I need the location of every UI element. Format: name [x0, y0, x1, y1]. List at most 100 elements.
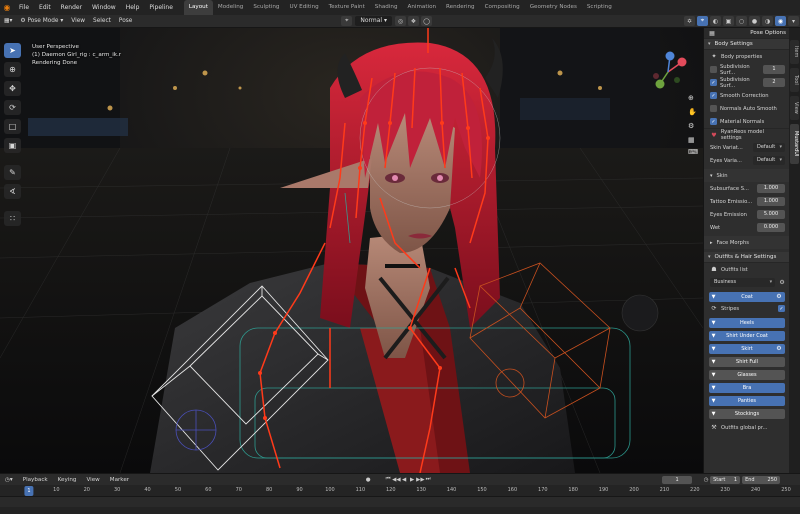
workspace-tab-geometry-nodes[interactable]: Geometry Nodes	[525, 0, 582, 15]
body-settings-header[interactable]: ▾ Body Settings	[704, 39, 789, 50]
face-morphs-header[interactable]: ▸ Face Morphs	[704, 236, 789, 249]
menu-edit[interactable]: Edit	[34, 0, 56, 15]
workspace-tab-animation[interactable]: Animation	[403, 0, 442, 15]
workspace-tab-compositing[interactable]: Compositing	[480, 0, 525, 15]
show-gizmo-icon[interactable]: ⌖	[697, 16, 708, 26]
overlay-toggle-icon[interactable]: ◐	[710, 16, 721, 26]
playback-menu[interactable]: Playback	[18, 477, 53, 483]
smooth-correction-checkbox[interactable]: ✓	[710, 92, 717, 99]
snap-icon[interactable]: ❖	[408, 16, 419, 26]
current-frame-field[interactable]: 1	[662, 475, 693, 484]
marker-menu[interactable]: Marker	[105, 477, 134, 483]
workspace-tab-modeling[interactable]: Modeling	[213, 0, 248, 15]
skin-subpanel-header[interactable]: ▾ Skin	[704, 169, 789, 182]
skin-variation-dropdown[interactable]: Default	[753, 143, 785, 152]
select-menu[interactable]: Select	[89, 15, 115, 28]
mode-dropdown[interactable]: ⚙ Pose Mode ▾	[16, 15, 67, 28]
workspace-tab-layout[interactable]: Layout	[183, 0, 213, 15]
end-frame-field[interactable]: End 250	[742, 475, 781, 484]
select-tool-icon[interactable]: ➤	[4, 43, 21, 58]
preview-range-clock-icon[interactable]: ◷	[702, 477, 710, 483]
outfit-item-shirt-under-coat[interactable]: ▼ Shirt Under Coat	[709, 331, 785, 341]
outfit-item-skirt[interactable]: ▼ Skirt ⚙	[709, 344, 785, 354]
gizmo-toggle-icon[interactable]: ✡	[684, 16, 695, 26]
npanel-tab-tool[interactable]: Tool	[790, 68, 799, 92]
outfits-global-props-row[interactable]: ⚒ Outfits global pr...	[704, 421, 789, 434]
outfit-item-gear-icon[interactable]: ⚙	[775, 345, 783, 353]
outfit-item-coat[interactable]: ▼ Coat ⚙	[709, 292, 785, 302]
transform-tool-icon[interactable]: ▣	[4, 138, 21, 153]
proportional-edit-icon[interactable]: ◯	[421, 16, 432, 26]
timeline-view-menu[interactable]: View	[81, 477, 104, 483]
outfit-dropdown[interactable]: Business	[710, 278, 776, 287]
pose-menu[interactable]: Pose	[115, 15, 136, 28]
workspace-tab-shading[interactable]: Shading	[370, 0, 403, 15]
shading-rendered-icon[interactable]: ◉	[775, 16, 786, 26]
menu-help[interactable]: Help	[121, 0, 145, 15]
menu-file[interactable]: File	[14, 0, 34, 15]
outfit-item-panties[interactable]: ▼ Panties	[709, 396, 785, 406]
menu-render[interactable]: Render	[56, 0, 87, 15]
cursor-tool-icon[interactable]: ⊕	[4, 62, 21, 77]
jump-end-icon[interactable]: ⏭	[424, 476, 432, 483]
eyes-variation-dropdown[interactable]: Default	[753, 156, 785, 165]
rotate-tool-icon[interactable]: ⟳	[4, 100, 21, 115]
subsurface-field[interactable]: 1.000	[757, 184, 785, 193]
shading-wireframe-icon[interactable]: ○	[736, 16, 747, 26]
outfit-item-gear-icon[interactable]: ⚙	[775, 293, 783, 301]
timeline-editor-icon[interactable]: ◷▾	[0, 477, 18, 483]
keying-menu[interactable]: Keying	[53, 477, 82, 483]
pose-options-header[interactable]: ▦ Pose Options	[704, 28, 789, 39]
blender-logo-icon[interactable]: ◉	[0, 0, 14, 15]
pivot-point-icon[interactable]: ◎	[395, 16, 406, 26]
outfit-item-bra[interactable]: ▼ Bra	[709, 383, 785, 393]
prev-keyframe-icon[interactable]: ◀◀	[392, 477, 400, 483]
play-reverse-icon[interactable]: ◀	[400, 477, 408, 483]
outfit-item-shirt-full[interactable]: ▼ Shirt Full	[709, 357, 785, 367]
annotate-tool-icon[interactable]: ✎	[4, 165, 21, 180]
timeline-track[interactable]	[0, 497, 800, 507]
navigation-gizmo[interactable]: ⊕ ✋ ⚙ ▦ ⌨	[650, 48, 698, 158]
tattoo-emission-field[interactable]: 1.000	[757, 197, 785, 206]
record-icon[interactable]: ●	[364, 477, 372, 483]
shading-solid-icon[interactable]: ●	[749, 16, 760, 26]
outfit-item-glasses[interactable]: ▼ Glasses	[709, 370, 785, 380]
timeline-ruler[interactable]: 1 10 20 30 40 50 60 70 80 90 100 110 120 130 140 150 160…	[0, 485, 800, 497]
jump-start-icon[interactable]: ⏮	[384, 476, 392, 483]
outfit-settings-gear-icon[interactable]: ⚙	[778, 279, 786, 286]
workspace-tab-sculpting[interactable]: Sculpting	[248, 0, 284, 15]
npanel-tab-view[interactable]: View	[790, 96, 799, 120]
subdiv-surf-1-checkbox[interactable]	[710, 66, 717, 73]
outfits-settings-header[interactable]: ▾ Outfits & Hair Settings	[704, 252, 789, 263]
subdiv-surf-1-levels[interactable]: 1	[762, 65, 785, 74]
subdiv-surf-2-checkbox[interactable]: ✓	[710, 79, 717, 86]
workspace-tab-texture-paint[interactable]: Texture Paint	[324, 0, 370, 15]
workspace-tab-scripting[interactable]: Scripting	[582, 0, 617, 15]
workspace-tab-rendering[interactable]: Rendering	[441, 0, 480, 15]
editor-type-icon[interactable]: ▦▾	[0, 15, 16, 28]
shading-material-icon[interactable]: ◑	[762, 16, 773, 26]
move-tool-icon[interactable]: ✥	[4, 81, 21, 96]
outfit-item-heels[interactable]: ▼ Heels	[709, 318, 785, 328]
menu-window[interactable]: Window	[87, 0, 121, 15]
xray-toggle-icon[interactable]: ▣	[723, 16, 734, 26]
orientation-dropdown[interactable]: Normal ▾	[355, 16, 392, 26]
transform-orientation-icon[interactable]: ⌖	[341, 16, 353, 26]
start-frame-field[interactable]: Start 1	[710, 475, 741, 484]
normals-auto-smooth-checkbox[interactable]	[710, 105, 717, 112]
eyes-emission-field[interactable]: 5.000	[757, 210, 785, 219]
3d-viewport[interactable]: ➤ ⊕ ✥ ⟳ □ ▣ ✎ ∢ ∷ User Perspective (1) D…	[0, 28, 703, 473]
subdiv-surf-2-levels[interactable]: 2	[762, 78, 785, 87]
menu-pipeline[interactable]: Pipeline	[144, 0, 177, 15]
outfit-item-stockings[interactable]: ▼ Stockings	[709, 409, 785, 419]
shading-options-icon[interactable]: ▾	[788, 16, 799, 26]
view-menu[interactable]: View	[67, 15, 89, 28]
material-normals-checkbox[interactable]: ✓	[710, 118, 717, 125]
scale-tool-icon[interactable]: □	[4, 119, 21, 134]
current-frame-marker[interactable]: 1	[24, 486, 34, 496]
stripes-checkbox[interactable]: ✓	[778, 305, 785, 312]
wet-field[interactable]: 0.000	[757, 223, 785, 232]
workspace-tab-uv-editing[interactable]: UV Editing	[284, 0, 323, 15]
breakdowner-tool-icon[interactable]: ∷	[4, 211, 21, 226]
next-keyframe-icon[interactable]: ▶▶	[416, 477, 424, 483]
